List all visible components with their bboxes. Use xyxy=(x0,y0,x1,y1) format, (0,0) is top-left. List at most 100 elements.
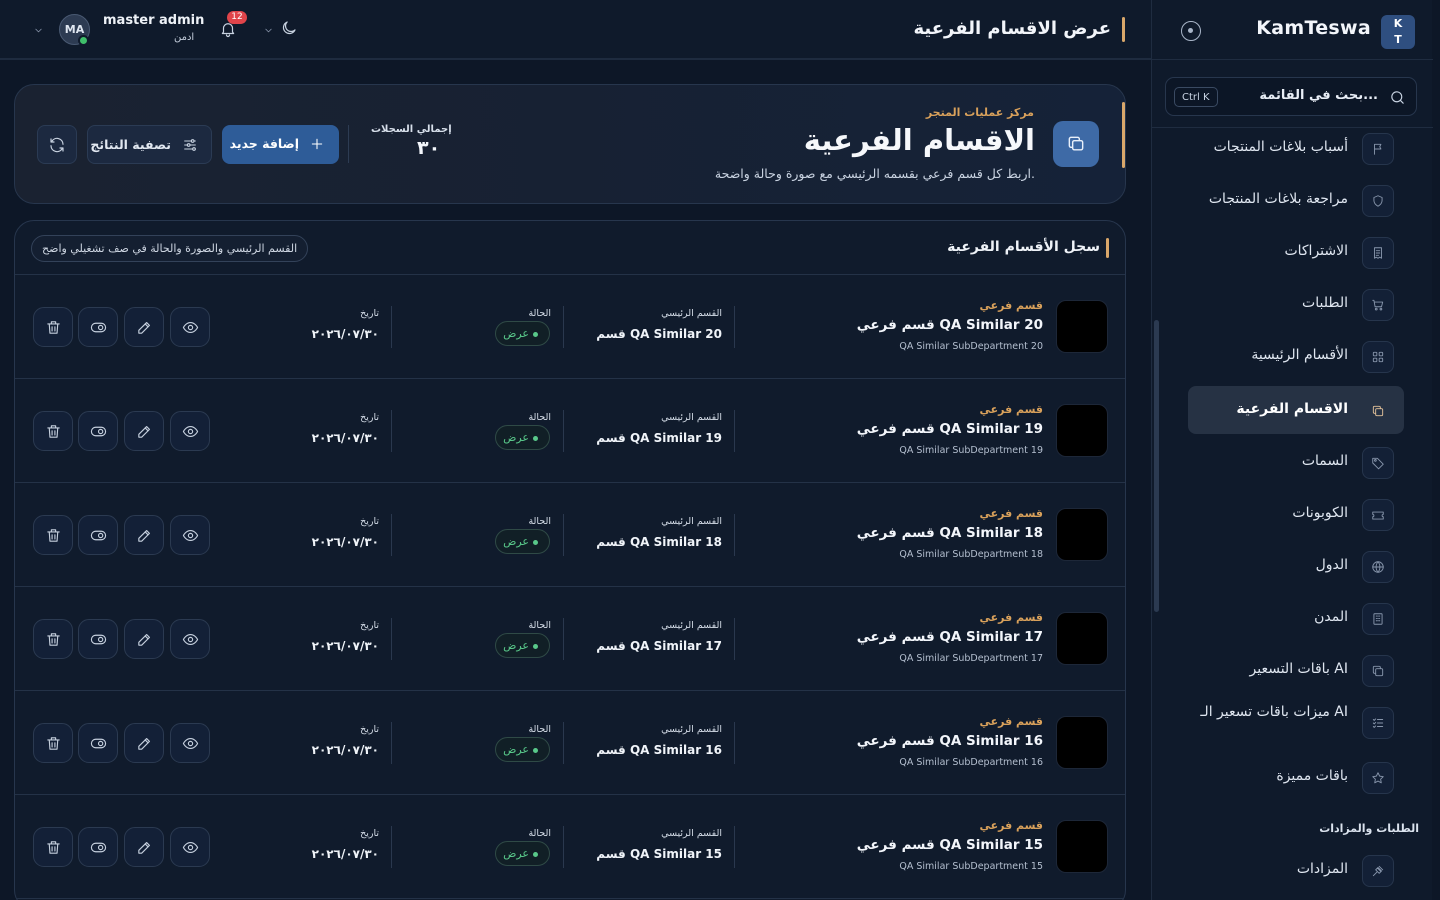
sidebar-item-11[interactable]: باقات التسعير AI xyxy=(1188,646,1404,694)
chevron-down-icon[interactable] xyxy=(33,25,44,36)
delete-button[interactable] xyxy=(33,723,73,763)
toggle-button[interactable] xyxy=(78,619,118,659)
edit-button[interactable] xyxy=(124,411,164,451)
edit-button[interactable] xyxy=(124,619,164,659)
edit-button[interactable] xyxy=(124,723,164,763)
divider xyxy=(563,618,564,660)
toggle-button[interactable] xyxy=(78,411,118,451)
sidebar-item-5[interactable]: الأقسام الرئيسية xyxy=(1188,332,1404,380)
cart-icon xyxy=(1362,289,1394,321)
date-label: تاريخ xyxy=(360,308,379,319)
toggle-icon xyxy=(90,631,107,648)
view-button[interactable] xyxy=(170,827,210,867)
sidebar-item-10[interactable]: المدن xyxy=(1188,594,1404,642)
view-button[interactable] xyxy=(170,515,210,555)
sidebar-scrollbar[interactable] xyxy=(1154,320,1159,612)
sidebar-item-7[interactable]: السمات xyxy=(1188,438,1404,486)
sidebar-item-4[interactable]: الطلبات xyxy=(1188,280,1404,328)
sidebar-item-label: المدن xyxy=(1314,609,1348,625)
view-button[interactable] xyxy=(170,723,210,763)
chevron-down-icon[interactable] xyxy=(263,25,274,36)
sidebar-item-9[interactable]: الدول xyxy=(1188,542,1404,590)
status-dot xyxy=(533,748,538,753)
divider xyxy=(391,410,392,452)
row-name: قسم فرعي QA Similar 20 xyxy=(856,317,1043,333)
toggle-button[interactable] xyxy=(78,723,118,763)
delete-button[interactable] xyxy=(33,827,73,867)
user-name[interactable]: master admin xyxy=(103,13,204,28)
trash-icon xyxy=(45,423,62,440)
sidebar-item-8[interactable]: الكوبونات xyxy=(1188,490,1404,538)
sidebar-item-13[interactable]: باقات مميزة xyxy=(1188,753,1404,801)
user-role: ادمن xyxy=(174,32,195,43)
row-subname: QA Similar SubDepartment 17 xyxy=(899,653,1043,664)
moon-icon[interactable] xyxy=(280,19,298,37)
table-row[interactable]: قسم فرعي قسم فرعي QA Similar 16 QA Similar… xyxy=(15,691,1125,795)
table-row[interactable]: قسم فرعي قسم فرعي QA Similar 17 QA Similar… xyxy=(15,587,1125,691)
divider xyxy=(391,514,392,556)
sliders-icon xyxy=(182,137,198,153)
sidebar-item-1[interactable]: أسباب بلاغات المنتجات xyxy=(1188,130,1404,172)
sidebar-item-label: باقات التسعير AI xyxy=(1249,661,1348,677)
list-title: سجل الأقسام الفرعية xyxy=(947,239,1100,255)
status-text: عرض xyxy=(503,743,529,756)
toggle-button[interactable] xyxy=(78,827,118,867)
status-label: الحالة xyxy=(528,516,551,527)
pencil-icon xyxy=(136,423,153,440)
edit-button[interactable] xyxy=(124,827,164,867)
star-icon xyxy=(1362,762,1394,794)
status-dot xyxy=(533,436,538,441)
status-dot xyxy=(533,852,538,857)
sidebar-item-label: مراجعة بلاغات المنتجات xyxy=(1208,191,1348,207)
sidebar-item-label: الاقسام الفرعية xyxy=(1236,401,1348,417)
edit-button[interactable] xyxy=(124,515,164,555)
sidebar-toggle-icon[interactable] xyxy=(1181,21,1201,41)
edit-button[interactable] xyxy=(124,307,164,347)
table-row[interactable]: قسم فرعي قسم فرعي QA Similar 15 QA Similar… xyxy=(15,795,1125,899)
delete-button[interactable] xyxy=(33,619,73,659)
brand-name: KamTeswa xyxy=(1256,17,1371,39)
filter-button[interactable]: تصفية النتائج xyxy=(87,125,212,164)
sidebar-item-12[interactable]: ميزات باقات تسعير الـ AI xyxy=(1188,698,1404,754)
brand-logo[interactable]: KT xyxy=(1381,15,1415,49)
eye-icon xyxy=(182,527,199,544)
add-new-button[interactable]: إضافة جديد xyxy=(222,125,339,164)
trash-icon xyxy=(45,735,62,752)
refresh-button[interactable] xyxy=(37,125,77,164)
divider xyxy=(734,514,735,556)
sidebar-item-3[interactable]: الاشتراكات xyxy=(1188,228,1404,276)
main-dept-label: القسم الرئيسي xyxy=(661,412,722,423)
toggle-button[interactable] xyxy=(78,307,118,347)
delete-button[interactable] xyxy=(33,307,73,347)
divider xyxy=(391,618,392,660)
divider xyxy=(734,410,735,452)
filter-label: تصفية النتائج xyxy=(90,137,171,152)
divider xyxy=(563,410,564,452)
sidebar-item-auctions[interactable]: المزادات xyxy=(1188,846,1404,894)
sidebar-item-label: الدول xyxy=(1315,557,1348,573)
main-dept-value: قسم QA Similar 16 xyxy=(596,743,722,757)
sidebar-section-title: الطلبات والمزادات xyxy=(1319,822,1419,835)
toggle-button[interactable] xyxy=(78,515,118,555)
hero-panel: مركز عمليات المتجر الاقسام الفرعية اربط … xyxy=(14,84,1126,204)
add-new-label: إضافة جديد xyxy=(229,136,299,151)
delete-button[interactable] xyxy=(33,411,73,451)
view-button[interactable] xyxy=(170,411,210,451)
row-name: قسم فرعي QA Similar 19 xyxy=(856,421,1043,437)
sidebar-item-2[interactable]: مراجعة بلاغات المنتجات xyxy=(1188,176,1404,224)
delete-button[interactable] xyxy=(33,515,73,555)
sidebar-item-label: الاشتراكات xyxy=(1284,243,1348,259)
receipt-icon xyxy=(1362,237,1394,269)
tag-icon xyxy=(1362,447,1394,479)
view-button[interactable] xyxy=(170,307,210,347)
table-row[interactable]: قسم فرعي قسم فرعي QA Similar 19 QA Similar… xyxy=(15,379,1125,483)
table-row[interactable]: قسم فرعي قسم فرعي QA Similar 18 QA Similar… xyxy=(15,483,1125,587)
table-row[interactable]: قسم فرعي قسم فرعي QA Similar 20 QA Similar… xyxy=(15,275,1125,379)
sidebar-item-6[interactable]: الاقسام الفرعية xyxy=(1188,386,1404,434)
view-button[interactable] xyxy=(170,619,210,659)
search-input[interactable]: بحث في القائمة... Ctrl K xyxy=(1165,77,1417,116)
status-text: عرض xyxy=(503,431,529,444)
hero-title: الاقسام الفرعية xyxy=(803,123,1035,157)
row-kind: قسم فرعي xyxy=(979,611,1043,624)
eye-icon xyxy=(182,423,199,440)
